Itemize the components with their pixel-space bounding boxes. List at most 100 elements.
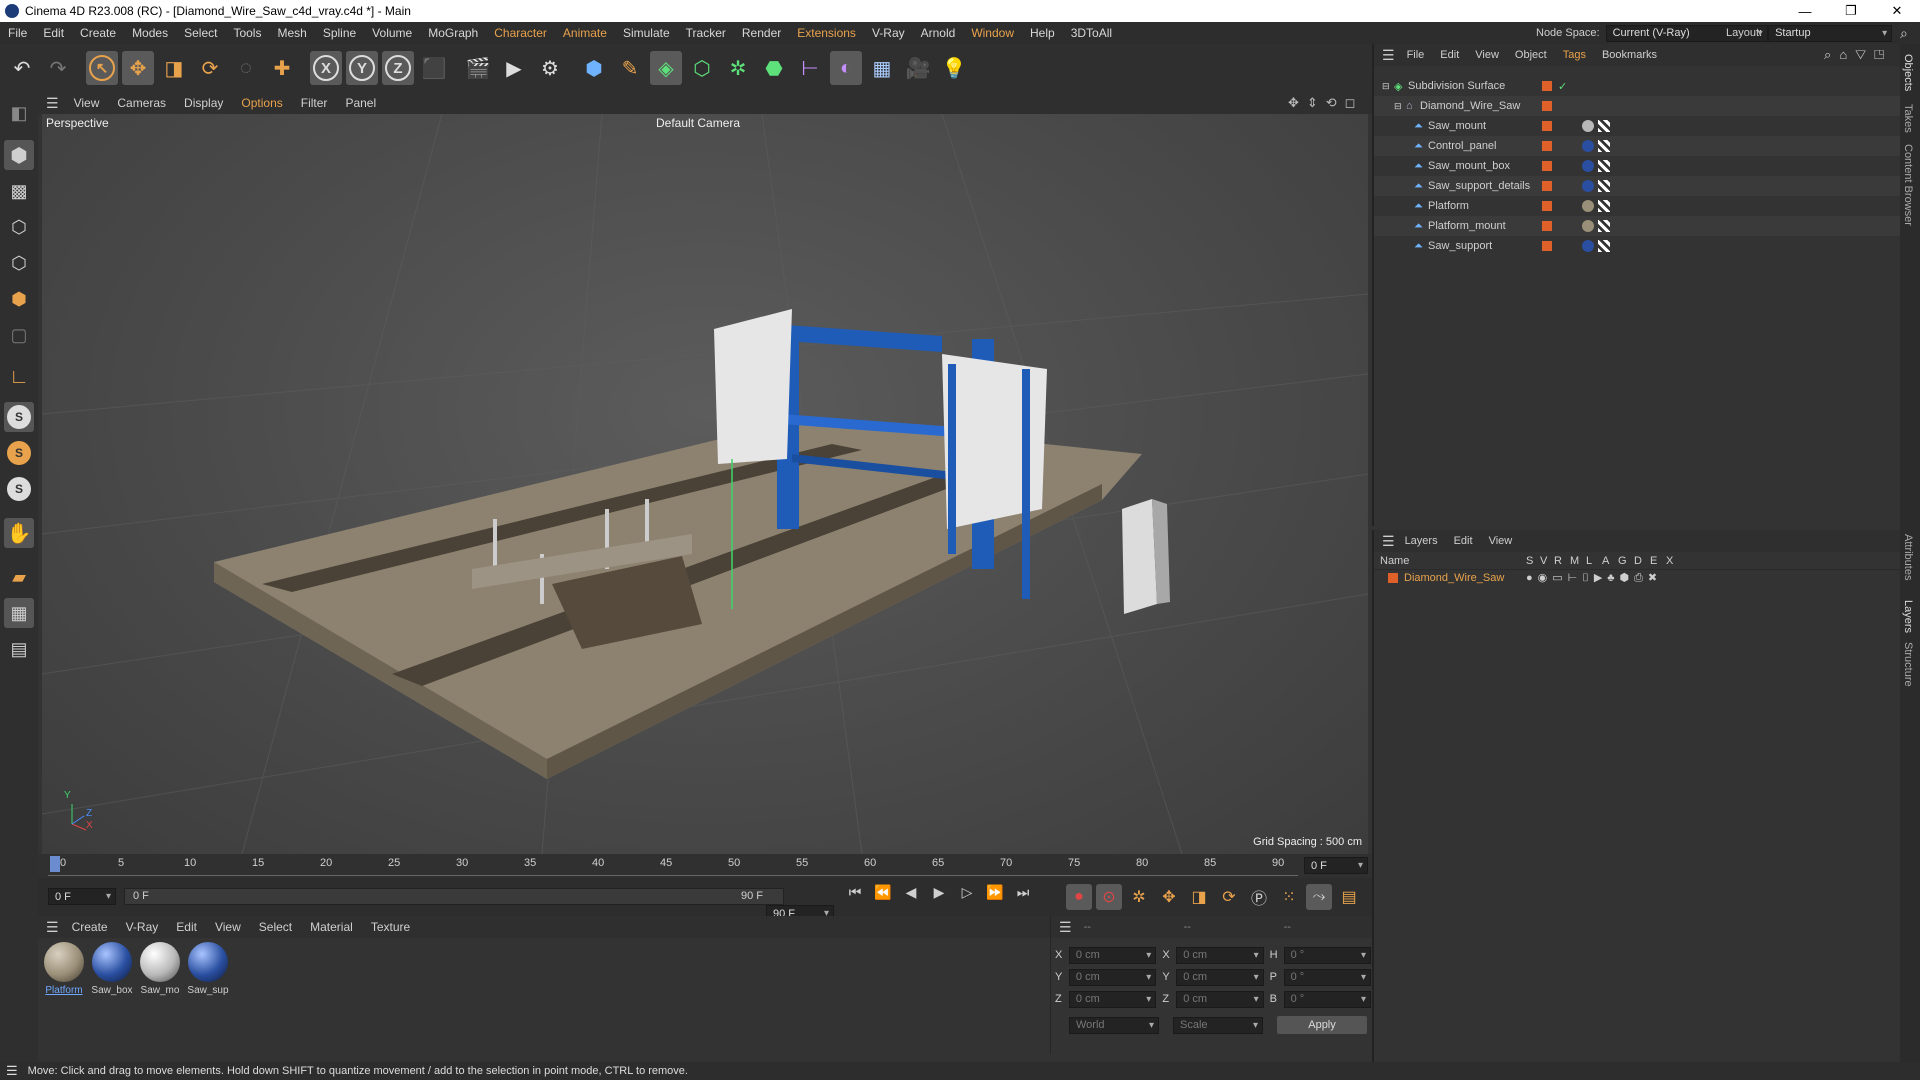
scale-tool-icon[interactable]: ◨ (158, 51, 190, 85)
menu-3dtoall[interactable]: 3DToAll (1063, 26, 1120, 40)
scene-icon[interactable]: ◐ (830, 51, 862, 85)
minimize-button[interactable]: — (1782, 0, 1828, 22)
viewport-menu-cameras[interactable]: Cameras (108, 96, 175, 110)
workplane-snap-icon[interactable]: S (4, 474, 34, 504)
layer-hamburger-icon[interactable]: ☰ (1382, 533, 1395, 550)
menu-render[interactable]: Render (734, 26, 789, 40)
material-menu-view[interactable]: View (206, 920, 250, 934)
object-hamburger-icon[interactable]: ☰ (1382, 47, 1395, 64)
timeline-window-icon[interactable]: ▤ (1336, 884, 1362, 910)
menu-simulate[interactable]: Simulate (615, 26, 678, 40)
rotation-h-field[interactable]: 0 ° (1283, 946, 1372, 964)
material-platform[interactable]: Platform (42, 942, 86, 996)
viewport-menu-filter[interactable]: Filter (292, 96, 337, 110)
tab-structure[interactable]: Structure (1902, 642, 1914, 687)
layer-color-swatch[interactable] (1388, 573, 1398, 583)
layer-menu-layers[interactable]: Layers (1405, 535, 1438, 547)
material-tag-icon[interactable] (1582, 220, 1594, 232)
material-menu-select[interactable]: Select (250, 920, 301, 934)
material-hamburger-icon[interactable]: ☰ (46, 919, 59, 936)
collapse-icon[interactable]: ⊟ (1382, 81, 1394, 92)
previous-frame-icon[interactable]: ◀ (900, 884, 922, 901)
menu-character[interactable]: Character (486, 26, 555, 40)
texture-tag-icon[interactable] (1598, 200, 1610, 212)
viewport-menu-panel[interactable]: Panel (336, 96, 385, 110)
redo-icon[interactable]: ↷ (42, 51, 74, 85)
object-row-subdivision-surface[interactable]: ⊟ ◈ Subdivision Surface ✓ (1374, 76, 1900, 96)
subdivision-icon[interactable]: ◈ (650, 51, 682, 85)
interpolation-icon[interactable]: ⤳ (1306, 884, 1332, 910)
next-frame-icon[interactable]: ▷ (956, 884, 978, 901)
viewport-menu-view[interactable]: View (65, 96, 109, 110)
key-scale-icon[interactable]: ◨ (1186, 884, 1212, 910)
menu-file[interactable]: File (0, 26, 35, 40)
key-pla-icon[interactable]: ⁙ (1276, 884, 1302, 910)
object-row-saw-mount-box[interactable]: ⏶ Saw_mount_box (1374, 156, 1900, 176)
playhead[interactable] (50, 856, 60, 872)
3d-viewport[interactable]: Perspective Default Camera Grid Spacing … (42, 114, 1368, 854)
position-y-field[interactable]: 0 cm (1068, 968, 1157, 986)
object-menu-edit[interactable]: Edit (1432, 49, 1467, 61)
texture-tag-icon[interactable] (1598, 180, 1610, 192)
snap-settings-icon[interactable]: S (4, 438, 34, 468)
viewport-nav-icons[interactable]: ✥⇕⟲◻ (1288, 95, 1363, 111)
tab-objects[interactable]: Objects (1902, 54, 1914, 91)
menu-help[interactable]: Help (1022, 26, 1063, 40)
tab-layers[interactable]: Layers (1902, 600, 1914, 633)
object-row-platform[interactable]: ⏶ Platform (1374, 196, 1900, 216)
coordinate-system-icon[interactable]: ⬛ (418, 51, 450, 85)
render-to-picture-viewer-icon[interactable]: ▶ (498, 51, 530, 85)
material-tag-icon[interactable] (1582, 120, 1594, 132)
object-menu-bookmarks[interactable]: Bookmarks (1594, 49, 1665, 61)
object-menu-tags[interactable]: Tags (1555, 49, 1594, 61)
make-editable-icon[interactable]: ◧ (4, 98, 34, 128)
y-axis-lock-icon[interactable]: Y (346, 51, 378, 85)
object-row-saw-mount[interactable]: ⏶ Saw_mount (1374, 116, 1900, 136)
deformer-icon[interactable]: ⬣ (758, 51, 790, 85)
object-manager-tools-icons[interactable]: ⌕⌂▽◳ (1824, 47, 1892, 63)
edges-mode-icon[interactable]: ⬡ (4, 248, 34, 278)
menu-modes[interactable]: Modes (124, 26, 176, 40)
tweak-mode-icon[interactable]: ✋ (4, 518, 34, 548)
menu-animate[interactable]: Animate (555, 26, 615, 40)
object-menu-object[interactable]: Object (1507, 49, 1555, 61)
material-tag-icon[interactable] (1582, 140, 1594, 152)
object-menu-view[interactable]: View (1467, 49, 1507, 61)
light-icon[interactable]: 💡 (938, 51, 970, 85)
material-menu-edit[interactable]: Edit (167, 920, 206, 934)
current-frame-field[interactable]: 0 F (1304, 857, 1368, 874)
menu-mograph[interactable]: MoGraph (420, 26, 486, 40)
menu-spline[interactable]: Spline (315, 26, 364, 40)
points-mode-icon[interactable]: ⬡ (4, 212, 34, 242)
texture-tag-icon[interactable] (1598, 120, 1610, 132)
layer-menu-edit[interactable]: Edit (1454, 535, 1473, 547)
play-icon[interactable]: ▶ (928, 884, 950, 901)
material-tag-icon[interactable] (1582, 160, 1594, 172)
go-to-end-icon[interactable]: ⏭ (1012, 884, 1034, 901)
menu-tracker[interactable]: Tracker (678, 26, 734, 40)
object-row-saw-support-details[interactable]: ⏶ Saw_support_details (1374, 176, 1900, 196)
size-y-field[interactable]: 0 cm (1176, 968, 1264, 986)
material-saw-box[interactable]: Saw_box (90, 942, 134, 996)
menu-mesh[interactable]: Mesh (269, 26, 314, 40)
menu-create[interactable]: Create (72, 26, 124, 40)
menu-tools[interactable]: Tools (225, 26, 269, 40)
size-x-field[interactable]: 0 cm (1176, 946, 1264, 964)
hamburger-icon[interactable]: ☰ (46, 95, 59, 112)
go-to-start-icon[interactable]: ⏮ (844, 884, 866, 901)
extrude-icon[interactable]: ⬡ (686, 51, 718, 85)
material-menu-texture[interactable]: Texture (362, 920, 419, 934)
tab-content-browser[interactable]: Content Browser (1902, 144, 1914, 226)
material-tag-icon[interactable] (1582, 240, 1594, 252)
key-selection-icon[interactable]: ✲ (1126, 884, 1152, 910)
tab-takes[interactable]: Takes (1902, 104, 1914, 133)
rotation-b-field[interactable]: 0 ° (1283, 990, 1371, 1008)
key-parameter-icon[interactable]: Ⓟ (1246, 884, 1272, 910)
previous-key-icon[interactable]: ⏪ (872, 884, 894, 901)
render-view-icon[interactable]: 🎬 (462, 51, 494, 85)
collapse-icon[interactable]: ⊟ (1394, 101, 1406, 112)
menu-edit[interactable]: Edit (35, 26, 72, 40)
rotation-p-field[interactable]: 0 ° (1283, 968, 1371, 986)
apply-button[interactable]: Apply (1277, 1016, 1367, 1034)
frame-range-slider[interactable]: 0 F 90 F (124, 888, 784, 905)
